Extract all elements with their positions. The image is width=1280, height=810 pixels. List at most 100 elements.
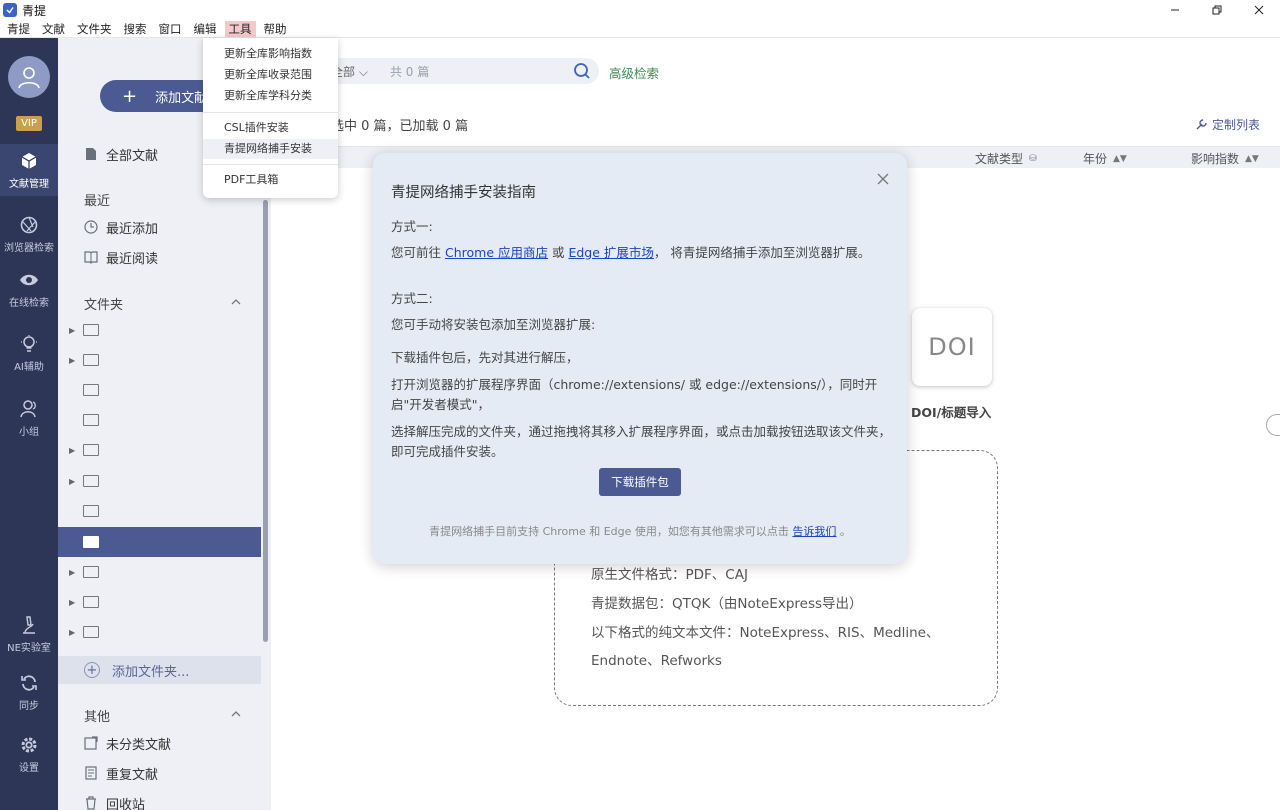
expand-arrow-icon[interactable]: ▶ (69, 356, 77, 365)
web-catcher-install-item[interactable]: 青提网络捕手安装 (203, 139, 338, 159)
right-panel-toggle[interactable] (1266, 414, 1280, 436)
folder-icon (83, 596, 99, 608)
drop-hint-line: 原生文件格式：PDF、CAJ (591, 567, 748, 583)
menu-help[interactable]: 帮助 (260, 21, 291, 37)
expand-arrow-icon[interactable]: ▶ (69, 326, 77, 335)
other-section-title: 其他 (84, 710, 111, 725)
folder-item[interactable]: ▶ (58, 435, 261, 465)
restore-button[interactable] (1196, 0, 1238, 20)
step-3: 选择解压完成的文件夹，通过拖拽将其移入扩展程序界面，或点击加载按钮选取该文件夹，… (391, 424, 892, 459)
user-icon (18, 67, 40, 89)
chevron-up-icon[interactable] (230, 296, 242, 308)
method2-intro: 您可手动将安装包添加至浏览器扩展: (391, 317, 596, 332)
advanced-search-link[interactable]: 高级检索 (609, 63, 659, 82)
group-icon (20, 399, 36, 417)
column-year[interactable]: 年份 ▲▼ (1083, 150, 1127, 167)
column-impact-factor[interactable]: 影响指数 ▲▼ (1191, 150, 1259, 167)
menu-folder[interactable]: 文件夹 (73, 21, 116, 37)
vip-badge[interactable]: VIP (16, 116, 42, 131)
lightbulb-icon (21, 334, 37, 352)
folder-item[interactable]: ▶ (58, 466, 261, 496)
recycle-bin-item[interactable]: 回收站 (58, 789, 261, 810)
folder-item[interactable]: ▶ (58, 587, 261, 617)
minimize-icon (1171, 9, 1179, 11)
selection-summary: 选中 0 篇，已加载 0 篇 (331, 119, 469, 134)
minimize-button[interactable] (1154, 0, 1196, 20)
nav-ai-assist[interactable]: AI辅助 (0, 327, 58, 379)
pdf-toolbox-item[interactable]: PDF工具箱 (203, 170, 338, 190)
menu-qingti[interactable]: 青提 (3, 21, 34, 37)
book-icon (84, 251, 98, 264)
nav-browser-search[interactable]: 浏览器检索 (0, 208, 58, 260)
expand-arrow-icon[interactable]: ▶ (69, 598, 77, 607)
window-controls (1154, 0, 1280, 20)
expand-arrow-icon[interactable]: ▶ (69, 446, 77, 455)
folder-icon (83, 384, 99, 396)
wrench-icon (1196, 119, 1207, 130)
custom-list-button[interactable]: 定制列表 (1195, 116, 1260, 133)
add-folder-button[interactable]: + 添加文件夹... (58, 656, 261, 684)
chevron-up-icon[interactable] (230, 708, 242, 720)
doi-import-label: DOI/标题导入 (911, 405, 992, 420)
folder-icon (83, 566, 99, 578)
avatar[interactable] (8, 56, 50, 98)
nav-literature-management[interactable]: 文献管理 (0, 144, 58, 196)
chrome-store-link[interactable]: Chrome 应用商店 (445, 245, 548, 260)
csl-plugin-install-item[interactable]: CSL插件安装 (203, 118, 338, 138)
recently-added-item[interactable]: 最近添加 (58, 213, 261, 241)
edge-store-link[interactable]: Edge 扩展市场 (568, 245, 653, 260)
nav-sync[interactable]: 同步 (0, 666, 58, 718)
update-impact-factor-item[interactable]: 更新全库影响指数 (203, 44, 338, 64)
uncategorized-icon (84, 736, 98, 750)
close-window-button[interactable] (1238, 0, 1280, 20)
folder-item[interactable] (58, 496, 261, 526)
search-icon[interactable] (573, 62, 591, 80)
menu-search[interactable]: 搜索 (120, 21, 151, 37)
menu-window[interactable]: 窗口 (155, 21, 186, 37)
folder-scrollbar[interactable] (263, 200, 268, 642)
expand-arrow-icon[interactable]: ▶ (69, 477, 77, 486)
folder-icon (83, 444, 99, 456)
folder-item[interactable] (58, 375, 261, 405)
folder-item[interactable]: ▶ (58, 557, 261, 587)
duplicate-item[interactable]: 重复文献 (58, 759, 261, 787)
install-guide-dialog: 青提网络捕手安装指南 方式一: 您可前往 Chrome 应用商店 或 Edge … (373, 153, 907, 564)
folder-item[interactable] (58, 405, 261, 435)
filter-icon[interactable]: ⛁ (1029, 154, 1037, 164)
update-subject-category-item[interactable]: 更新全库学科分类 (203, 86, 338, 106)
expand-arrow-icon[interactable]: ▶ (69, 568, 77, 577)
dialog-title: 青提网络捕手安装指南 (391, 185, 536, 201)
step-2: 打开浏览器的扩展程序界面（chrome://extensions/ 或 edge… (391, 377, 878, 412)
nav-ne-lab[interactable]: NE实验室 (0, 608, 58, 660)
nav-settings[interactable]: 设置 (0, 728, 58, 780)
doi-import-card[interactable]: DOI (912, 308, 992, 386)
gear-icon (21, 737, 37, 752)
expand-arrow-icon[interactable]: ▶ (69, 628, 77, 637)
menu-literature[interactable]: 文献 (38, 21, 69, 37)
folder-item[interactable]: ▶ (58, 315, 261, 345)
browser-icon (20, 216, 38, 233)
search-box[interactable]: 全部 ⌵ 共 0 篇 (325, 58, 599, 84)
menu-bar: 青提 文献 文件夹 搜索 窗口 编辑 工具 帮助 (0, 20, 1280, 38)
close-icon[interactable] (877, 173, 889, 185)
column-doc-type[interactable]: 文献类型 ⛁ (975, 150, 1037, 167)
folder-item-selected[interactable] (58, 527, 261, 557)
step-1: 下载插件包后，先对其进行解压， (391, 350, 579, 365)
sort-icon[interactable]: ▲▼ (1113, 154, 1127, 164)
menu-edit[interactable]: 编辑 (190, 21, 221, 37)
folder-item[interactable]: ▶ (58, 345, 261, 375)
update-index-scope-item[interactable]: 更新全库收录范围 (203, 65, 338, 85)
uncategorized-item[interactable]: 未分类文献 (58, 729, 261, 757)
folder-item[interactable]: ▶ (58, 617, 261, 647)
menu-tools[interactable]: 工具 (224, 20, 256, 37)
sort-icon[interactable]: ▲▼ (1245, 154, 1259, 164)
plus-icon: + (122, 85, 138, 107)
add-circle-icon: + (84, 662, 100, 678)
folder-icon (83, 354, 99, 366)
nav-group[interactable]: 小组 (0, 392, 58, 444)
download-plugin-button[interactable]: 下载插件包 (599, 468, 681, 496)
recently-read-item[interactable]: 最近阅读 (58, 243, 261, 271)
title-bar: 青提 (0, 0, 1280, 20)
tell-us-link[interactable]: 告诉我们 (792, 525, 836, 538)
nav-online-search[interactable]: 在线检索 (0, 263, 58, 315)
